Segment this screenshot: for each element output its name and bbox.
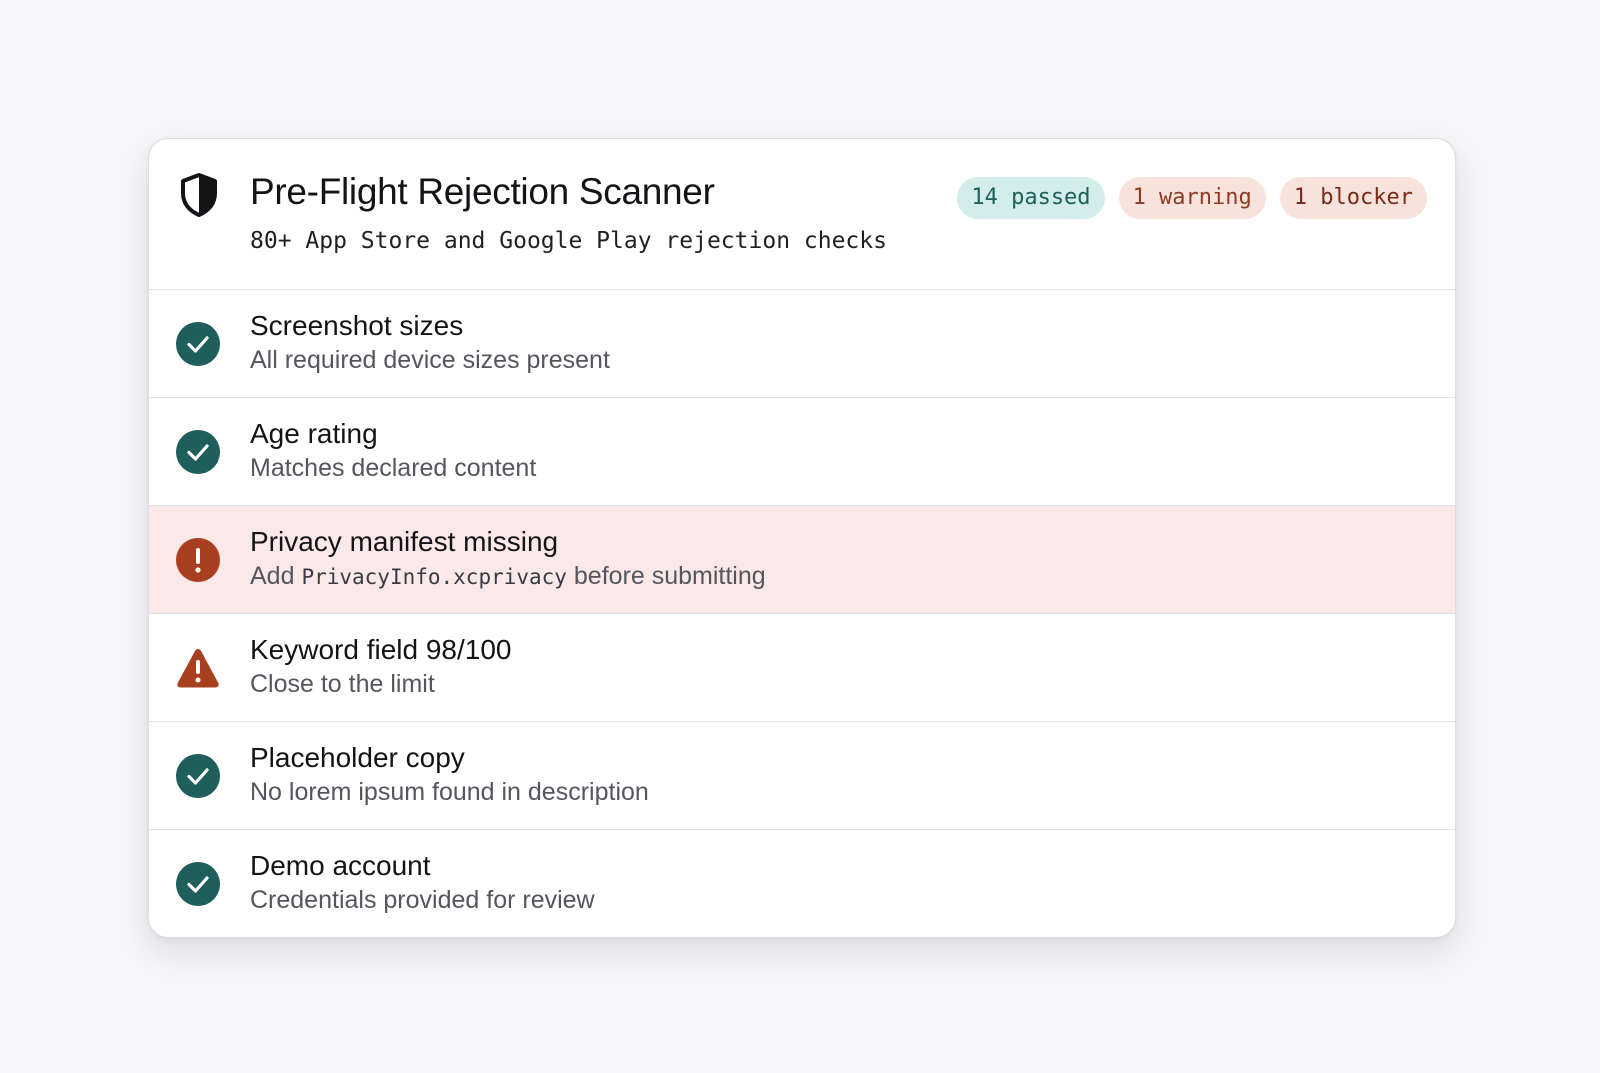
blocker-badge[interactable]: 1 blocker bbox=[1279, 177, 1427, 219]
check-row-placeholder-copy[interactable]: Placeholder copy No lorem ipsum found in… bbox=[149, 722, 1455, 830]
check-title: Privacy manifest missing bbox=[250, 526, 559, 557]
check-circle-icon bbox=[176, 862, 220, 906]
scanner-card: Pre-Flight Rejection Scanner 80+ App Sto… bbox=[148, 138, 1456, 938]
shield-icon bbox=[181, 173, 217, 217]
exclamation-circle-icon bbox=[176, 538, 220, 582]
description-prefix: Add bbox=[250, 562, 302, 590]
summary-badges: 14 passed 1 warning 1 blocker bbox=[957, 177, 1427, 219]
check-description: No lorem ipsum found in description bbox=[250, 778, 649, 806]
check-description: All required device sizes present bbox=[250, 346, 610, 374]
check-title: Screenshot sizes bbox=[250, 310, 464, 341]
check-row-demo-account[interactable]: Demo account Credentials provided for re… bbox=[149, 830, 1455, 937]
scanner-header: Pre-Flight Rejection Scanner 80+ App Sto… bbox=[149, 139, 1455, 290]
check-description: Matches declared content bbox=[250, 454, 537, 482]
warning-badge[interactable]: 1 warning bbox=[1118, 177, 1266, 219]
description-suffix: before submitting bbox=[566, 562, 766, 590]
page-title: Pre-Flight Rejection Scanner bbox=[250, 171, 715, 212]
check-circle-icon bbox=[176, 322, 220, 366]
passed-badge[interactable]: 14 passed bbox=[957, 177, 1105, 219]
check-description: Add PrivacyInfo.xcprivacy before submitt… bbox=[250, 562, 766, 591]
check-title: Keyword field 98/100 bbox=[250, 634, 512, 665]
check-row-screenshot-sizes[interactable]: Screenshot sizes All required device siz… bbox=[149, 290, 1455, 398]
check-description: Close to the limit bbox=[250, 670, 435, 698]
check-row-keyword-field[interactable]: Keyword field 98/100 Close to the limit bbox=[149, 614, 1455, 722]
check-title: Placeholder copy bbox=[250, 742, 465, 773]
check-circle-icon bbox=[176, 754, 220, 798]
check-title: Demo account bbox=[250, 850, 431, 881]
page-subtitle: 80+ App Store and Google Play rejection … bbox=[250, 228, 887, 254]
check-description: Credentials provided for review bbox=[250, 886, 595, 914]
check-circle-icon bbox=[176, 430, 220, 474]
check-row-privacy-manifest[interactable]: Privacy manifest missing Add PrivacyInfo… bbox=[149, 506, 1455, 614]
manifest-filename: PrivacyInfo.xcprivacy bbox=[301, 565, 567, 589]
warning-triangle-icon bbox=[177, 649, 219, 688]
check-row-age-rating[interactable]: Age rating Matches declared content bbox=[149, 398, 1455, 506]
check-title: Age rating bbox=[250, 418, 378, 449]
